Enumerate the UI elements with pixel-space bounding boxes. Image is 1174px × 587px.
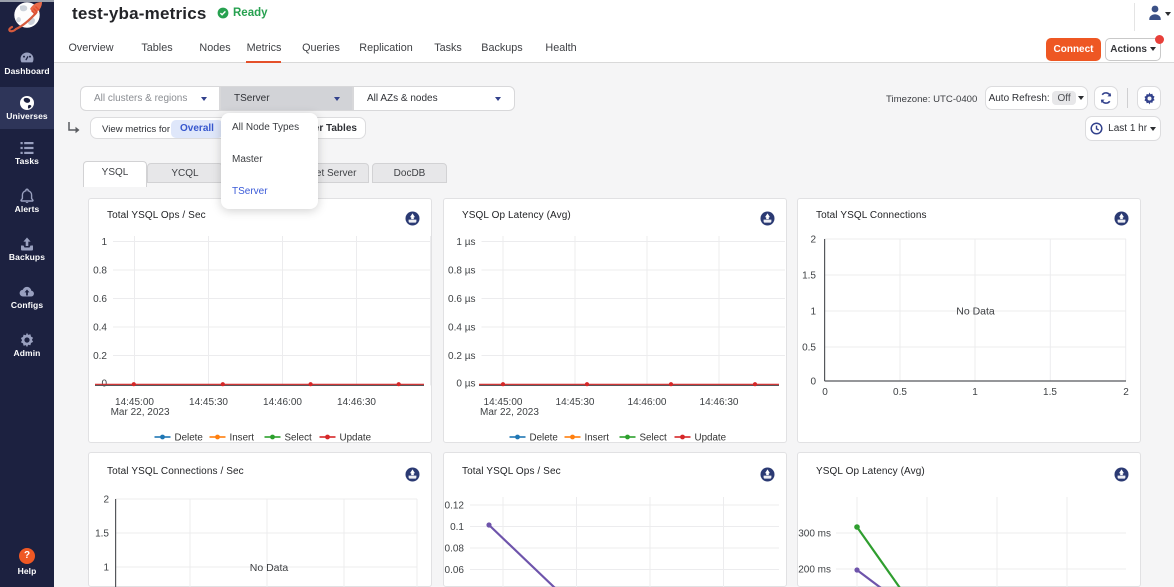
svg-text:0.1: 0.1	[450, 522, 464, 533]
svg-text:Select: Select	[640, 433, 668, 444]
svg-text:1: 1	[101, 237, 107, 248]
svg-text:0.4: 0.4	[93, 323, 107, 334]
svg-text:Update: Update	[340, 433, 372, 444]
svg-text:0: 0	[810, 377, 816, 388]
svg-text:0.5: 0.5	[802, 343, 816, 354]
svg-text:14:46:00: 14:46:00	[263, 397, 302, 408]
svg-text:0.8 µs: 0.8 µs	[448, 266, 475, 277]
svg-text:14:45:30: 14:45:30	[189, 397, 228, 408]
svg-text:No Data: No Data	[956, 306, 995, 318]
svg-text:2: 2	[810, 235, 816, 246]
svg-text:Mar 22, 2023: Mar 22, 2023	[480, 407, 539, 418]
svg-text:1.5: 1.5	[802, 271, 816, 282]
svg-text:0.2 µs: 0.2 µs	[448, 351, 475, 362]
svg-text:Select: Select	[285, 433, 313, 444]
svg-text:0.4 µs: 0.4 µs	[448, 323, 475, 334]
svg-text:0.5: 0.5	[893, 387, 907, 398]
svg-text:1: 1	[972, 387, 978, 398]
svg-text:0.6: 0.6	[93, 294, 107, 305]
svg-text:0.8: 0.8	[93, 266, 107, 277]
svg-text:0.12: 0.12	[445, 501, 465, 512]
svg-text:1: 1	[103, 563, 109, 574]
svg-text:14:45:30: 14:45:30	[556, 397, 595, 408]
svg-text:Delete: Delete	[175, 433, 204, 444]
svg-text:14:46:30: 14:46:30	[700, 397, 739, 408]
svg-text:14:46:30: 14:46:30	[337, 397, 376, 408]
svg-text:0 µs: 0 µs	[456, 379, 475, 390]
svg-text:1.5: 1.5	[95, 529, 109, 540]
svg-text:0.2: 0.2	[93, 351, 107, 362]
svg-text:2: 2	[103, 495, 109, 506]
svg-text:0.06: 0.06	[445, 565, 465, 576]
svg-text:Delete: Delete	[530, 433, 559, 444]
svg-text:1 µs: 1 µs	[456, 237, 475, 248]
svg-text:1: 1	[810, 307, 816, 318]
svg-text:0: 0	[822, 387, 828, 398]
svg-text:1.5: 1.5	[1043, 387, 1057, 398]
svg-text:0.08: 0.08	[445, 544, 465, 555]
svg-text:200 ms: 200 ms	[798, 565, 831, 576]
svg-text:Insert: Insert	[585, 433, 610, 444]
svg-text:Mar 22, 2023: Mar 22, 2023	[111, 407, 170, 418]
svg-text:14:46:00: 14:46:00	[628, 397, 667, 408]
svg-text:2: 2	[1123, 387, 1129, 398]
svg-text:Insert: Insert	[230, 433, 255, 444]
svg-text:0.6 µs: 0.6 µs	[448, 294, 475, 305]
svg-text:Update: Update	[695, 433, 727, 444]
svg-text:No Data: No Data	[250, 562, 289, 574]
svg-text:300 ms: 300 ms	[798, 529, 831, 540]
